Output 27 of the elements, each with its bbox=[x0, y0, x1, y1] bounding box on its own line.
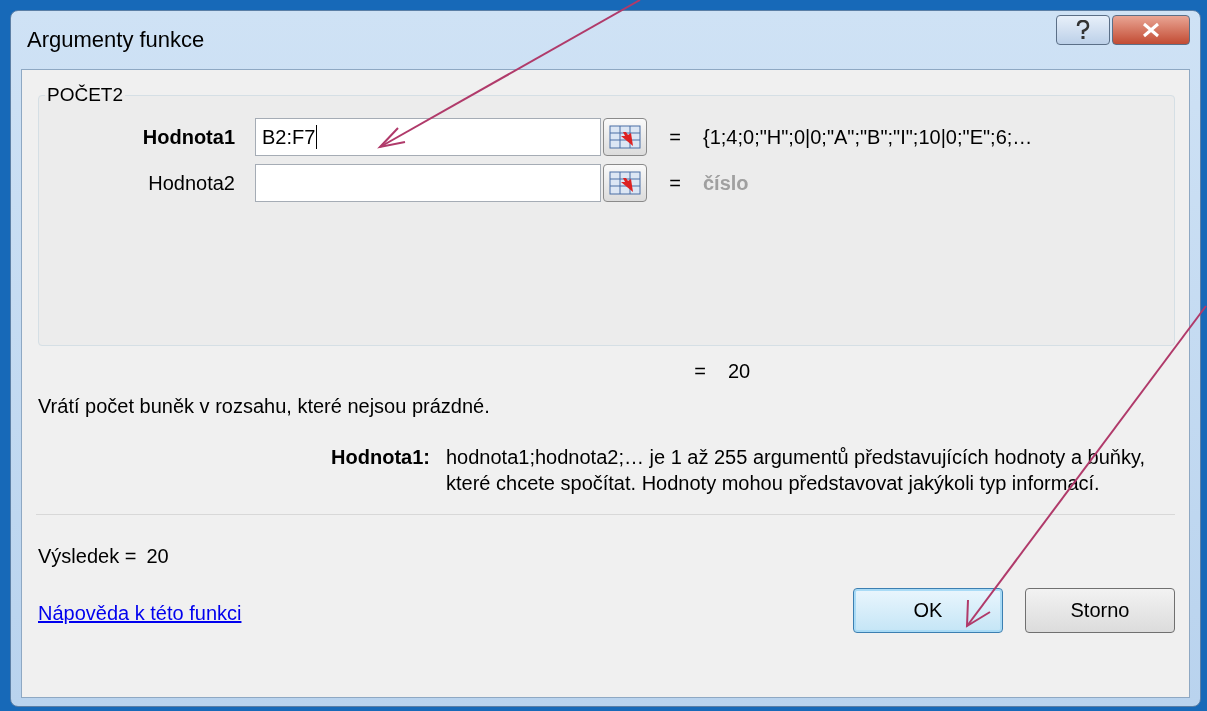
collapse-dialog-button[interactable] bbox=[603, 164, 647, 202]
equals-sign: = bbox=[668, 171, 682, 195]
dialog-button[interactable]: OK bbox=[853, 588, 1003, 633]
equals-sign: = bbox=[668, 125, 682, 149]
argument-label: Hodnota1 bbox=[141, 125, 236, 149]
equals-sign: = bbox=[693, 360, 707, 383]
window-title: Argumenty funkce bbox=[27, 27, 205, 53]
formula-result: 20 bbox=[728, 360, 751, 383]
result-label: Výsledek = bbox=[38, 545, 137, 568]
help-button[interactable] bbox=[1056, 15, 1110, 45]
result-value: 20 bbox=[146, 545, 169, 568]
cell-reference-icon bbox=[609, 171, 641, 195]
function-description: Vrátí počet buněk v rozsahu, které nejsou prázdné. bbox=[38, 395, 491, 418]
collapse-dialog-button[interactable] bbox=[603, 118, 647, 156]
argument-help-name: Hodnota1: bbox=[330, 445, 431, 470]
argument-value: {1;4;0;"H";0|0;"A";"B";"I";10|0;"E";6;… bbox=[703, 125, 1033, 149]
argument-field[interactable]: B2:F7 bbox=[255, 118, 601, 156]
close-icon bbox=[1142, 22, 1160, 38]
argument-label: Hodnota2 bbox=[147, 171, 236, 195]
help-link[interactable]: Nápověda k této funkci bbox=[38, 602, 242, 625]
help-icon bbox=[1076, 20, 1090, 40]
dialog-button[interactable]: Storno bbox=[1025, 588, 1175, 633]
function-name: POČET2 bbox=[46, 84, 125, 106]
argument-field[interactable] bbox=[255, 164, 601, 202]
argument-value: číslo bbox=[703, 171, 749, 195]
cell-reference-icon bbox=[609, 125, 641, 149]
close-button[interactable] bbox=[1112, 15, 1190, 45]
